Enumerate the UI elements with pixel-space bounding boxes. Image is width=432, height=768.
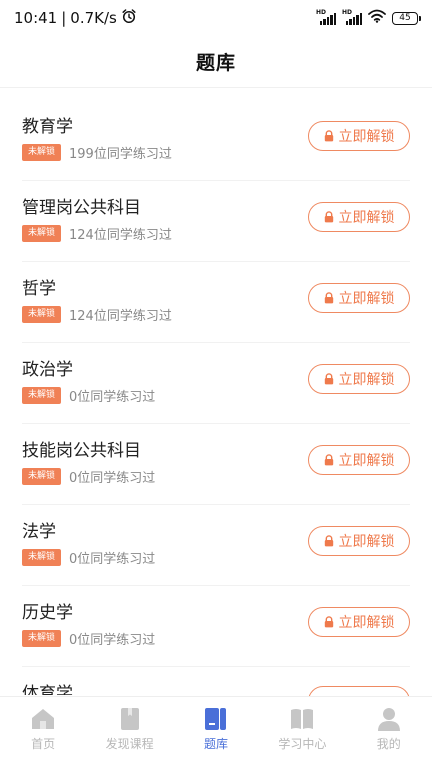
list-item[interactable]: 技能岗公共科目 未解锁 0位同学练习过 立即解锁 [22, 424, 410, 505]
locked-badge: 未解锁 [22, 630, 62, 647]
lock-icon [324, 130, 333, 142]
list-item[interactable]: 哲学 未解锁 124位同学练习过 立即解锁 [22, 262, 410, 343]
unlock-button[interactable]: 立即解锁 [308, 202, 410, 232]
home-icon [30, 707, 56, 731]
tab-question-bank[interactable]: 题库 [173, 707, 259, 752]
lock-icon [324, 373, 333, 385]
subject-title: 体育学 [22, 684, 73, 695]
unlock-button[interactable]: 立即解锁 [308, 607, 410, 637]
locked-badge: 未解锁 [22, 387, 62, 404]
tab-label: 我的 [376, 737, 401, 751]
signal-icon: HD [342, 9, 362, 25]
unlock-button-label: 立即解锁 [338, 534, 395, 550]
status-right: HD HD 45 [316, 9, 421, 27]
unlock-button-label: 立即解锁 [338, 615, 395, 631]
status-bar: 10:41 | 0.7K/s HD HD 45 [0, 0, 432, 36]
subject-title: 法学 [22, 522, 56, 542]
user-icon [376, 707, 402, 731]
tab-mine[interactable]: 我的 [346, 707, 432, 752]
unlock-button-label: 立即解锁 [338, 129, 395, 145]
alarm-icon [121, 8, 137, 28]
practice-count: 0位同学练习过 [69, 390, 156, 405]
status-divider: | [61, 9, 67, 27]
tab-home[interactable]: 首页 [0, 707, 86, 752]
tab-discover-courses[interactable]: 发现课程 [87, 707, 173, 752]
unlock-button[interactable]: 立即解锁 [308, 364, 410, 394]
unlock-button[interactable]: 立即解锁 [308, 283, 410, 313]
tab-study-center[interactable]: 学习中心 [259, 707, 345, 752]
subject-title: 技能岗公共科目 [22, 441, 141, 461]
wifi-icon [368, 9, 386, 27]
lock-icon [324, 292, 333, 304]
unlock-button-label: 立即解锁 [338, 372, 395, 388]
unlock-button[interactable]: 立即解锁 [308, 121, 410, 151]
item-meta: 未解锁 0位同学练习过 [22, 386, 155, 405]
unlock-button[interactable]: 立即解锁 [308, 526, 410, 556]
item-meta: 未解锁 0位同学练习过 [22, 548, 155, 567]
lock-icon [324, 616, 333, 628]
question-bank-list[interactable]: 教育学 未解锁 199位同学练习过 立即解锁 管理岗公共科目 未解锁 124位同… [0, 100, 432, 695]
practice-count: 0位同学练习过 [69, 471, 156, 486]
unlock-button-label: 立即解锁 [338, 210, 395, 226]
subject-title: 哲学 [22, 279, 56, 299]
item-meta: 未解锁 199位同学练习过 [22, 143, 172, 162]
item-meta: 未解锁 124位同学练习过 [22, 224, 172, 243]
subject-title: 政治学 [22, 360, 73, 380]
status-left: 10:41 | 0.7K/s [14, 8, 137, 28]
status-time: 10:41 [14, 9, 58, 27]
study-center-icon [289, 707, 315, 731]
item-meta: 未解锁 0位同学练习过 [22, 629, 155, 648]
page-title: 题库 [195, 52, 236, 74]
question-bank-icon [203, 707, 229, 731]
unlock-button-label: 立即解锁 [338, 453, 395, 469]
practice-count: 0位同学练习过 [69, 633, 156, 648]
list-item[interactable]: 教育学 未解锁 199位同学练习过 立即解锁 [22, 100, 410, 181]
lock-icon [324, 535, 333, 547]
battery-icon: 45 [392, 11, 421, 25]
list-item[interactable]: 管理岗公共科目 未解锁 124位同学练习过 立即解锁 [22, 181, 410, 262]
lock-icon [324, 211, 333, 223]
locked-badge: 未解锁 [22, 549, 62, 566]
item-meta: 未解锁 124位同学练习过 [22, 305, 172, 324]
list-item[interactable]: 历史学 未解锁 0位同学练习过 立即解锁 [22, 586, 410, 667]
practice-count: 0位同学练习过 [69, 552, 156, 567]
book-icon [117, 707, 143, 731]
subject-title: 管理岗公共科目 [22, 198, 141, 218]
locked-badge: 未解锁 [22, 306, 62, 323]
unlock-button[interactable]: 立即解锁 [308, 445, 410, 475]
list-item[interactable]: 法学 未解锁 0位同学练习过 立即解锁 [22, 505, 410, 586]
header: 题库 [0, 36, 432, 88]
subject-title: 教育学 [22, 117, 73, 137]
tab-label: 发现课程 [105, 737, 154, 751]
unlock-button-label: 立即解锁 [338, 291, 395, 307]
tab-label: 首页 [31, 737, 56, 751]
practice-count: 199位同学练习过 [69, 147, 172, 162]
tab-label: 题库 [203, 737, 228, 751]
locked-badge: 未解锁 [22, 468, 62, 485]
item-meta: 未解锁 0位同学练习过 [22, 467, 155, 486]
tab-label: 学习中心 [278, 737, 327, 751]
network-speed: 0.7K/s [70, 9, 117, 27]
signal-icon: HD [316, 9, 336, 25]
lock-icon [324, 454, 333, 466]
practice-count: 124位同学练习过 [69, 309, 172, 324]
locked-badge: 未解锁 [22, 144, 62, 161]
list-item[interactable]: 政治学 未解锁 0位同学练习过 立即解锁 [22, 343, 410, 424]
locked-badge: 未解锁 [22, 225, 62, 242]
practice-count: 124位同学练习过 [69, 228, 172, 243]
bottom-tab-bar: 首页 发现课程 题库 学习中心 我的 [0, 696, 432, 768]
subject-title: 历史学 [22, 603, 73, 623]
